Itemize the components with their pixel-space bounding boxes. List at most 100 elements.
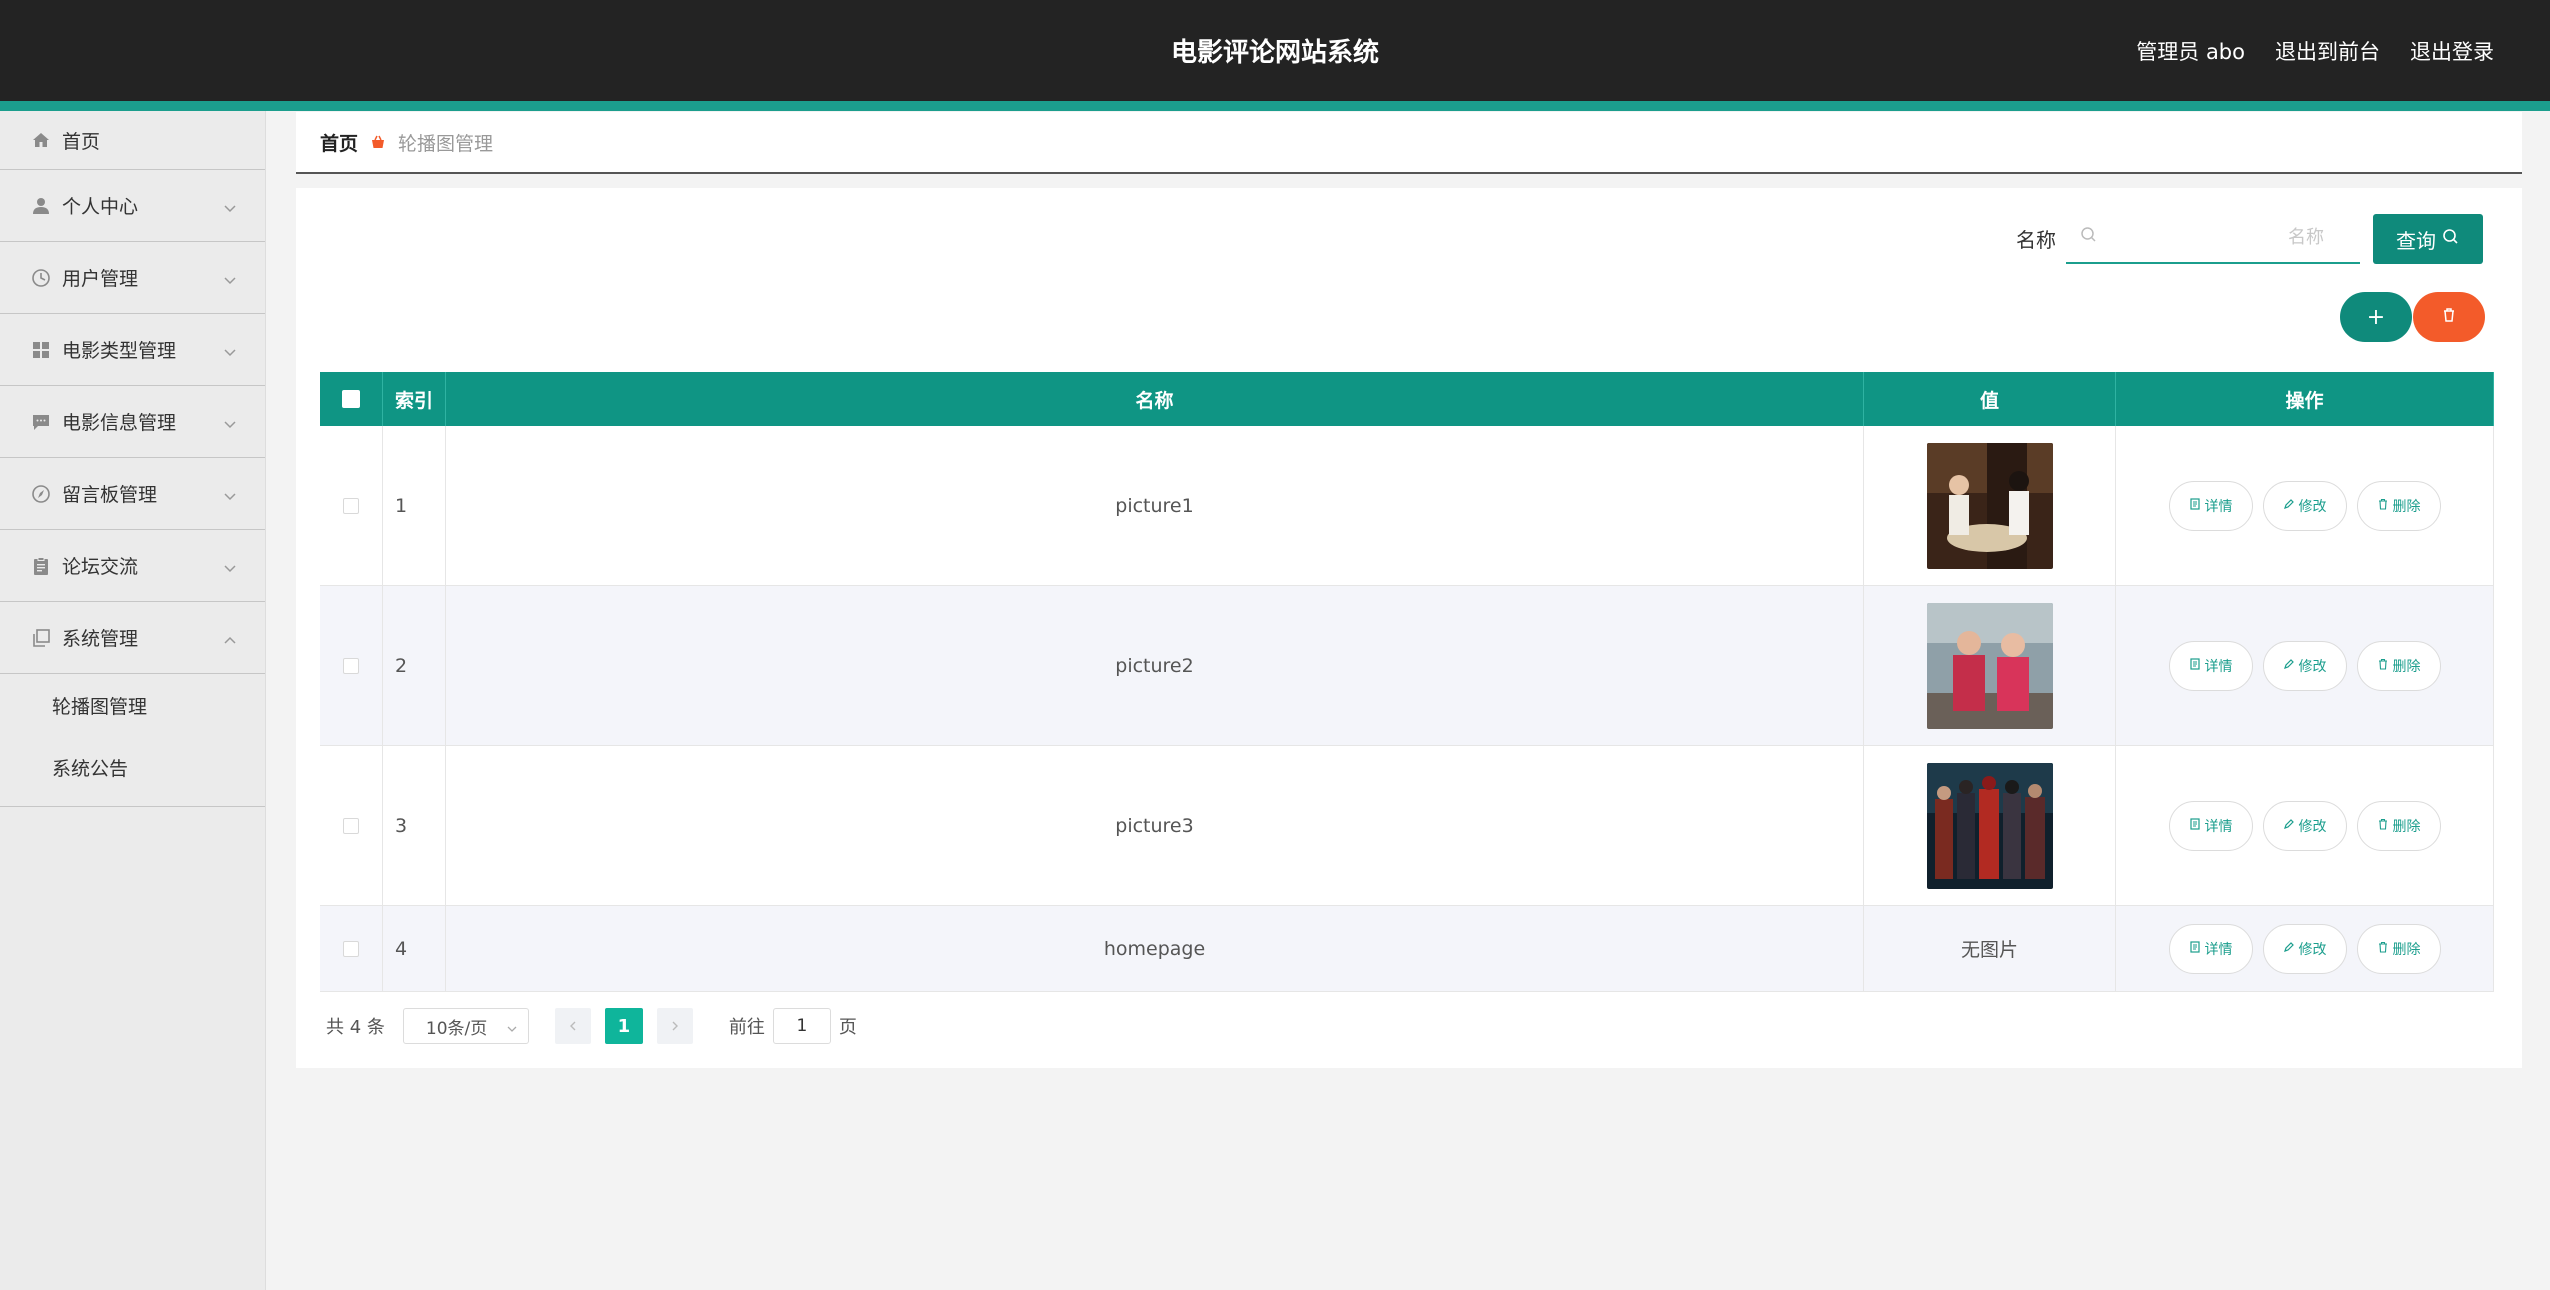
sidebar-item-message-board[interactable]: 留言板管理 xyxy=(0,458,265,530)
edit-button[interactable]: 修改 xyxy=(2262,800,2347,851)
next-page-button[interactable] xyxy=(656,1008,693,1044)
sidebar-item-personal-center[interactable]: 个人中心 xyxy=(0,170,265,242)
sidebar-item-forum[interactable]: 论坛交流 xyxy=(0,530,265,602)
row-checkbox[interactable] xyxy=(343,657,359,674)
document-icon xyxy=(2189,940,2201,957)
edit-label: 修改 xyxy=(2298,818,2327,835)
header-operation: 操作 xyxy=(2116,372,2494,426)
thumbnail-image[interactable] xyxy=(1926,602,2053,729)
top-bar: 电影评论网站系统 管理员 abo 退出到前台 退出登录 xyxy=(0,0,2550,111)
sidebar-item-movie-types[interactable]: 电影类型管理 xyxy=(0,314,265,386)
chevron-right-icon xyxy=(669,1016,681,1037)
row-checkbox[interactable] xyxy=(343,940,359,957)
sidebar-subitem-carousel[interactable]: 轮播图管理 xyxy=(0,674,265,736)
logout-link[interactable]: 退出登录 xyxy=(2410,36,2494,66)
row-value-cell xyxy=(1864,586,2116,745)
prev-page-button[interactable] xyxy=(554,1008,591,1044)
edit-button[interactable]: 修改 xyxy=(2262,640,2347,691)
row-checkbox[interactable] xyxy=(343,497,359,514)
table-row: 1 picture1 详情 修改 删除 xyxy=(320,426,2494,586)
grid-icon xyxy=(30,339,52,361)
total-count: 共 4 条 xyxy=(326,1017,385,1038)
search-icon xyxy=(2080,226,2098,248)
exit-to-front-link[interactable]: 退出到前台 xyxy=(2275,36,2380,66)
delete-label: 删除 xyxy=(2392,941,2421,958)
breadcrumb-home[interactable]: 首页 xyxy=(320,129,358,156)
trash-icon xyxy=(2377,941,2389,957)
table-row: 2 picture2 详情 修改 删除 xyxy=(320,586,2494,746)
header-index: 索引 xyxy=(383,372,446,426)
sidebar-item-label: 首页 xyxy=(62,130,101,153)
query-button-label: 查询 xyxy=(2396,228,2436,253)
page-number-current[interactable]: 1 xyxy=(604,1008,643,1044)
sidebar-item-home[interactable]: 首页 xyxy=(0,111,265,170)
detail-button[interactable]: 详情 xyxy=(2168,640,2253,691)
row-name: homepage xyxy=(446,906,1864,991)
chevron-down-icon xyxy=(223,558,237,572)
delete-button[interactable]: 删除 xyxy=(2356,800,2441,851)
detail-label: 详情 xyxy=(2204,658,2233,675)
chevron-down-icon xyxy=(223,342,237,356)
sidebar-item-label: 电影信息管理 xyxy=(62,412,177,434)
chevron-down-icon xyxy=(223,414,237,428)
sidebar-subitem-announcement[interactable]: 系统公告 xyxy=(0,736,265,798)
pagination: 共 4 条 10条/页 1 前往 页 xyxy=(326,1008,857,1044)
page-size-select[interactable]: 10条/页 xyxy=(402,1008,529,1044)
detail-button[interactable]: 详情 xyxy=(2168,480,2253,531)
header-accent-bar xyxy=(0,101,2550,111)
user-icon xyxy=(30,195,52,217)
row-name: picture2 xyxy=(446,586,1864,745)
search-icon xyxy=(2442,227,2460,251)
sidebar-item-movie-info[interactable]: 电影信息管理 xyxy=(0,386,265,458)
row-index: 2 xyxy=(383,586,446,745)
pencil-icon xyxy=(2283,498,2295,514)
goto-page-input[interactable] xyxy=(772,1008,831,1044)
row-checkbox[interactable] xyxy=(343,817,359,834)
row-check-cell xyxy=(320,426,383,585)
thumbnail-image[interactable] xyxy=(1926,762,2053,889)
trash-icon xyxy=(2441,307,2457,327)
sidebar-item-system[interactable]: 系统管理 xyxy=(0,602,265,674)
trash-icon xyxy=(2377,498,2389,514)
admin-name: 管理员 abo xyxy=(2136,40,2245,64)
delete-button[interactable]: 删除 xyxy=(2356,923,2441,974)
row-operation-cell: 详情 修改 删除 xyxy=(2116,746,2494,905)
copy-icon xyxy=(30,627,52,649)
select-all-checkbox[interactable] xyxy=(342,390,360,408)
search-field xyxy=(2066,212,2360,264)
chevron-up-icon xyxy=(223,630,237,644)
detail-button[interactable]: 详情 xyxy=(2168,800,2253,851)
sidebar-item-label: 电影类型管理 xyxy=(62,340,177,362)
home-icon xyxy=(30,129,52,151)
breadcrumb-current: 轮播图管理 xyxy=(398,132,494,155)
add-button[interactable]: + xyxy=(2340,292,2412,342)
row-name: picture1 xyxy=(446,426,1864,585)
row-check-cell xyxy=(320,906,383,991)
header-value: 值 xyxy=(1864,372,2116,426)
edit-button[interactable]: 修改 xyxy=(2262,923,2347,974)
sidebar-item-label: 论坛交流 xyxy=(62,556,139,578)
edit-label: 修改 xyxy=(2298,498,2327,515)
chevron-down-icon xyxy=(223,198,237,212)
delete-button[interactable]: 删除 xyxy=(2356,480,2441,531)
sidebar-item-users[interactable]: 用户管理 xyxy=(0,242,265,314)
breadcrumb: 首页 轮播图管理 xyxy=(296,112,2522,174)
detail-button[interactable]: 详情 xyxy=(2168,923,2253,974)
table-row: 3 picture3 详情 修改 删除 xyxy=(320,746,2494,906)
search-input[interactable] xyxy=(2098,217,2360,257)
clipboard-icon xyxy=(30,555,52,577)
batch-delete-button[interactable] xyxy=(2413,292,2485,342)
detail-label: 详情 xyxy=(2204,498,2233,515)
thumbnail-image[interactable] xyxy=(1926,442,2053,569)
sidebar-item-label: 留言板管理 xyxy=(62,484,158,506)
edit-label: 修改 xyxy=(2298,658,2327,675)
trash-icon xyxy=(2377,658,2389,674)
sidebar-item-label: 个人中心 xyxy=(62,196,139,218)
chevron-down-icon xyxy=(223,486,237,500)
document-icon xyxy=(2189,817,2201,834)
delete-button[interactable]: 删除 xyxy=(2356,640,2441,691)
edit-button[interactable]: 修改 xyxy=(2262,480,2347,531)
sidebar: 首页 个人中心 用户管理 电影类型管理 电影信息管理 留言板管理 论坛交流 系统… xyxy=(0,111,266,1290)
query-button[interactable]: 查询 xyxy=(2373,214,2483,264)
row-index: 4 xyxy=(383,906,446,991)
